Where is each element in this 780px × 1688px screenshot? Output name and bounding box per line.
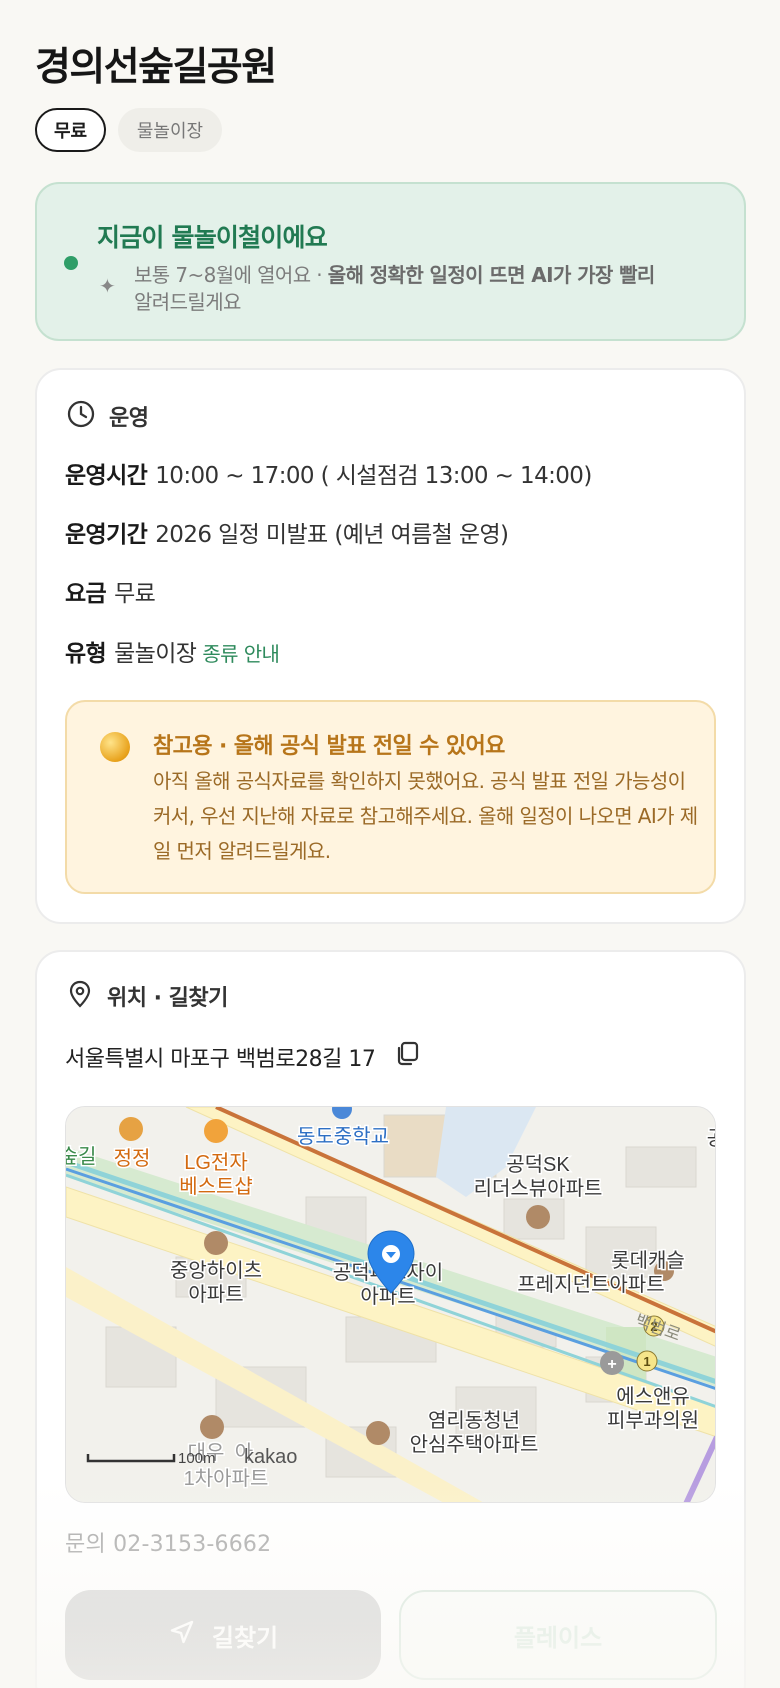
sparkle-icon: ✦ (99, 274, 116, 298)
map-label-sk-2: 리더스뷰아파트 (474, 1177, 603, 1200)
map-label-forest-road: 숲길 (66, 1145, 96, 1168)
map-scale-label: 100m (178, 1450, 216, 1467)
location-map[interactable]: + 2 1 동도중학교 숲길 정정 LG전자 베스트샵 공덕SK 리더스뷰아파트… (65, 1106, 716, 1503)
coin-icon (100, 732, 130, 762)
place-label: 플레이스 (513, 1623, 603, 1652)
notice-title: 참고용 · 올해 공식 발표 전일 수 있어요 (153, 734, 505, 759)
chip-free[interactable]: 무료 (35, 108, 106, 152)
season-note-tail: 알려드릴게요 (134, 290, 241, 314)
season-note: 보통 7~8월에 열어요 · 올해 정확한 일정이 뜨면 AI가 가장 빨리 알… (134, 262, 734, 316)
reference-notice: 참고용 · 올해 공식 발표 전일 수 있어요 아직 올해 공식자료를 확인하지… (65, 700, 716, 894)
period-value: 2026 일정 미발표 (예년 여름철 운영) (155, 522, 509, 548)
location-card: 위치 · 길찾기 서울특별시 마포구 백범로28길 17 + 2 1 동도중학교… (35, 950, 746, 1688)
chip-water-play[interactable]: 물놀이장 (118, 108, 222, 152)
operation-card: 운영 운영시간 10:00 ~ 17:00 ( 시설점검 13:00 ~ 14:0… (35, 368, 746, 924)
map-label-lg-1: LG전자 (184, 1151, 247, 1174)
map-label-yeomni-2: 안심주택아파트 (410, 1433, 539, 1456)
copy-icon[interactable] (393, 1040, 421, 1074)
clock-icon (67, 400, 95, 432)
map-label-jeongjeong: 정정 (114, 1147, 151, 1170)
season-banner: 지금이 물놀이철이에요 ✦ 보통 7~8월에 열어요 · 올해 정확한 일정이 … (35, 182, 746, 341)
type-guide-link[interactable]: 종류 안내 (202, 642, 280, 666)
directions-label: 길찾기 (211, 1623, 279, 1652)
info-row-fee: 요금 무료 (65, 574, 156, 608)
svg-text:+: + (607, 1356, 616, 1373)
place-button[interactable]: 플레이스 (399, 1590, 717, 1680)
fee-key: 요금 (65, 581, 107, 607)
map-label-lg-2: 베스트샵 (179, 1175, 253, 1198)
location-heading: 위치 · 길찾기 (107, 986, 228, 1011)
page: 경의선숲길공원 무료 물놀이장 지금이 물놀이철이에요 ✦ 보통 7~8월에 열… (0, 0, 780, 1688)
notice-body: 아직 올해 공식자료를 확인하지 못했어요. 공식 발표 전일 가능성이 커서,… (153, 769, 698, 863)
type-value: 물놀이장 (114, 641, 197, 667)
map-badge-1: 1 (643, 1354, 650, 1369)
info-row-hours: 운영시간 10:00 ~ 17:00 ( 시설점검 13:00 ~ 14:00) (65, 456, 592, 490)
map-label-partial-top-right: 공 (707, 1128, 716, 1150)
type-key: 유형 (65, 641, 107, 667)
operation-heading: 운영 (109, 406, 149, 431)
info-row-type: 유형 물놀이장 종류 안내 (65, 634, 280, 668)
fee-value: 무료 (114, 581, 156, 607)
season-note-bold: 올해 정확한 일정이 뜨면 AI가 가장 빨리 (327, 263, 656, 287)
map-label-school: 동도중학교 (297, 1125, 389, 1148)
location-pin-icon (67, 980, 93, 1012)
map-label-yeomni-1: 염리동청년 (428, 1409, 520, 1432)
map-label-sk-1: 공덕SK (506, 1153, 570, 1176)
hours-key: 운영시간 (65, 463, 148, 489)
directions-button[interactable]: 길찾기 (65, 1590, 381, 1680)
map-brand-label: kakao (244, 1446, 297, 1468)
map-label-lotte-1: 롯데캐슬 (611, 1249, 685, 1272)
map-label-partial-bottom: 1차아파트 (184, 1467, 269, 1490)
address-text: 서울특별시 마포구 백범로28길 17 (65, 1047, 376, 1072)
period-key: 운영기간 (65, 522, 148, 548)
navigation-arrow-icon (168, 1618, 196, 1652)
page-title: 경의선숲길공원 (35, 45, 277, 90)
info-row-period: 운영기간 2026 일정 미발표 (예년 여름철 운영) (65, 515, 509, 549)
season-note-plain: 보통 7~8월에 열어요 · (134, 263, 328, 287)
map-label-lotte-2: 프레지던트아파트 (517, 1273, 664, 1296)
map-label-jungang-2: 아파트 (188, 1283, 243, 1306)
map-label-sn-1: 에스앤유 (616, 1385, 690, 1408)
status-dot (64, 256, 78, 270)
address-row: 서울특별시 마포구 백범로28길 17 (65, 1040, 421, 1074)
map-label-jungang-1: 중앙하이츠 (170, 1259, 262, 1282)
map-label-sn-2: 피부과의원 (607, 1409, 699, 1432)
hours-value: 10:00 ~ 17:00 ( 시설점검 13:00 ~ 14:00) (155, 463, 592, 489)
operation-header: 운영 (67, 400, 149, 432)
season-headline: 지금이 물놀이철이에요 (97, 223, 328, 252)
location-header: 위치 · 길찾기 (67, 980, 228, 1012)
contact-text[interactable]: 문의 02-3153-6662 (65, 1526, 271, 1558)
